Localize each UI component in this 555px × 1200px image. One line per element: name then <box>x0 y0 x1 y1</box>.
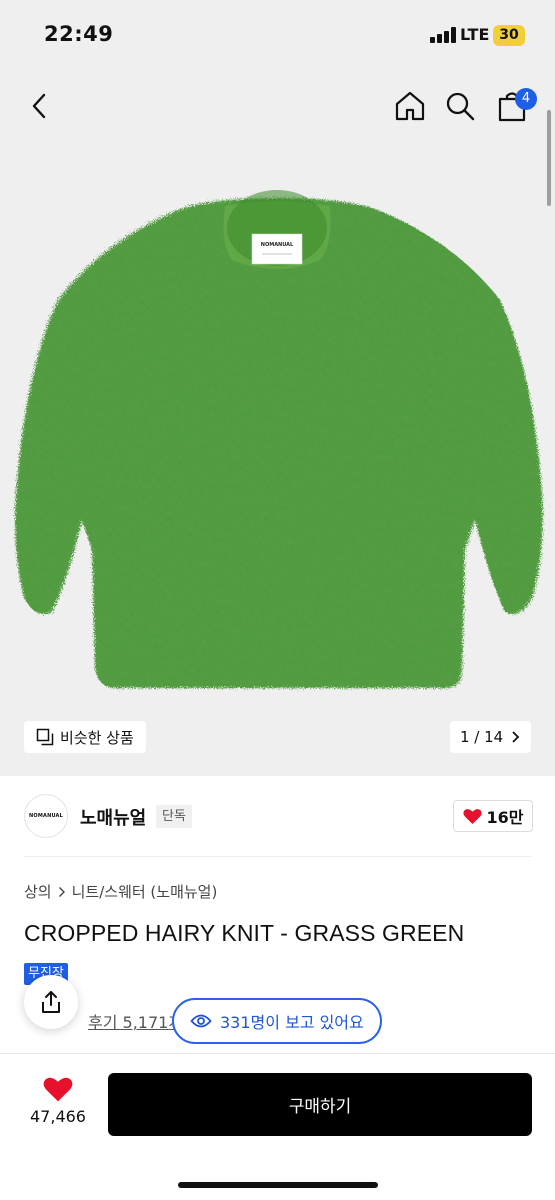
product-title: CROPPED HAIRY KNIT - GRASS GREEN <box>24 920 465 946</box>
brand-logo[interactable]: NOMANUAL <box>24 794 68 838</box>
brand-row: NOMANUAL 노매뉴얼 단독 16만 <box>0 786 555 846</box>
home-indicator <box>178 1182 378 1188</box>
chevron-right-icon <box>512 731 520 743</box>
back-button[interactable] <box>18 84 62 128</box>
share-button[interactable] <box>24 975 78 1029</box>
image-page-counter[interactable]: 1 / 14 <box>450 721 532 753</box>
status-bar: 22:49 LTE 30 <box>0 0 555 70</box>
buy-button-label: 구매하기 <box>288 1097 352 1117</box>
network-label: LTE <box>460 25 490 44</box>
similar-products-label: 비슷한 상품 <box>60 728 134 747</box>
review-link[interactable]: 후기 5,171개 <box>88 1009 183 1033</box>
cart-button[interactable]: 4 <box>490 84 537 128</box>
buy-button[interactable]: 구매하기 <box>108 1073 532 1136</box>
eye-icon <box>190 1014 212 1028</box>
brand-like-count: 16만 <box>486 808 524 827</box>
product-photo[interactable]: NOMANUAL <box>0 150 555 710</box>
battery-badge: 30 <box>493 25 525 46</box>
breadcrumb: 상의 니트/스웨터 (노매뉴얼) <box>24 881 217 902</box>
divider <box>24 856 531 857</box>
brand-name[interactable]: 노매뉴얼 <box>80 804 146 830</box>
similar-items-icon <box>36 728 54 746</box>
status-time: 22:49 <box>44 22 114 46</box>
search-button[interactable] <box>438 84 482 128</box>
home-icon <box>395 91 425 121</box>
brand-logo-text: NOMANUAL <box>28 813 64 819</box>
viewers-text: 331명이 보고 있어요 <box>220 1013 364 1032</box>
wishlist-button[interactable]: 47,466 <box>20 1076 96 1136</box>
back-arrow-icon <box>32 93 46 119</box>
heart-icon <box>462 808 482 824</box>
viewers-indicator: 331명이 보고 있어요 <box>172 998 382 1044</box>
product-tag-label: NOMANUAL <box>261 242 294 248</box>
page-counter-text: 1 / 14 <box>460 728 504 746</box>
similar-products-button[interactable]: 비슷한 상품 <box>24 721 146 753</box>
nav-bar: 4 <box>0 78 555 134</box>
wishlist-count: 47,466 <box>30 1107 86 1126</box>
search-icon <box>446 92 475 121</box>
exclusive-badge: 단독 <box>156 805 192 828</box>
breadcrumb-category[interactable]: 상의 <box>24 881 52 902</box>
chevron-right-icon <box>58 886 65 897</box>
home-button[interactable] <box>388 84 432 128</box>
share-icon <box>42 991 60 1013</box>
brand-like-button[interactable]: 16만 <box>453 800 533 832</box>
cellular-signal-icon <box>430 27 456 43</box>
breadcrumb-subcategory[interactable]: 니트/스웨터 (노매뉴얼) <box>72 881 218 902</box>
heart-icon <box>43 1077 73 1102</box>
cart-count-badge: 4 <box>515 88 537 110</box>
bottom-purchase-bar: 47,466 구매하기 <box>0 1053 555 1200</box>
